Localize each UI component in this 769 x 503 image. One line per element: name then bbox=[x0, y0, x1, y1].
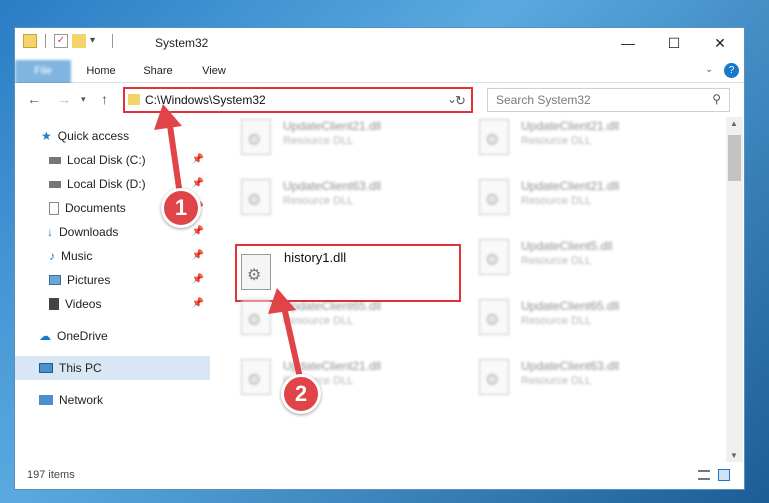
annotation-arrowhead-1 bbox=[154, 104, 182, 130]
annotation-marker-2: 2 bbox=[281, 374, 321, 414]
annotation-arrowhead-2 bbox=[268, 288, 296, 314]
annotation-arrows bbox=[154, 104, 303, 379]
annotation-marker-1: 1 bbox=[161, 188, 201, 228]
